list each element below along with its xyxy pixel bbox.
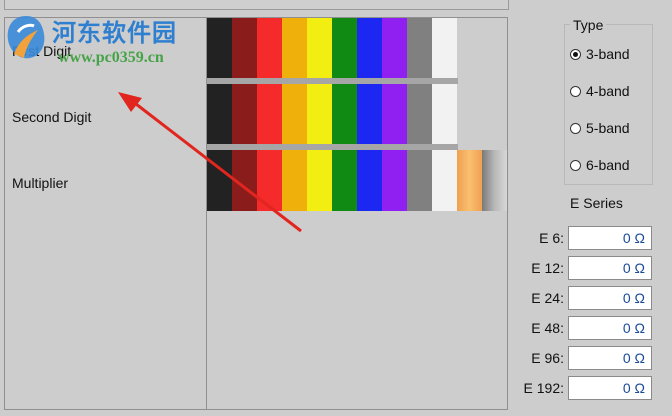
annotation-arrow-icon bbox=[118, 92, 302, 233]
